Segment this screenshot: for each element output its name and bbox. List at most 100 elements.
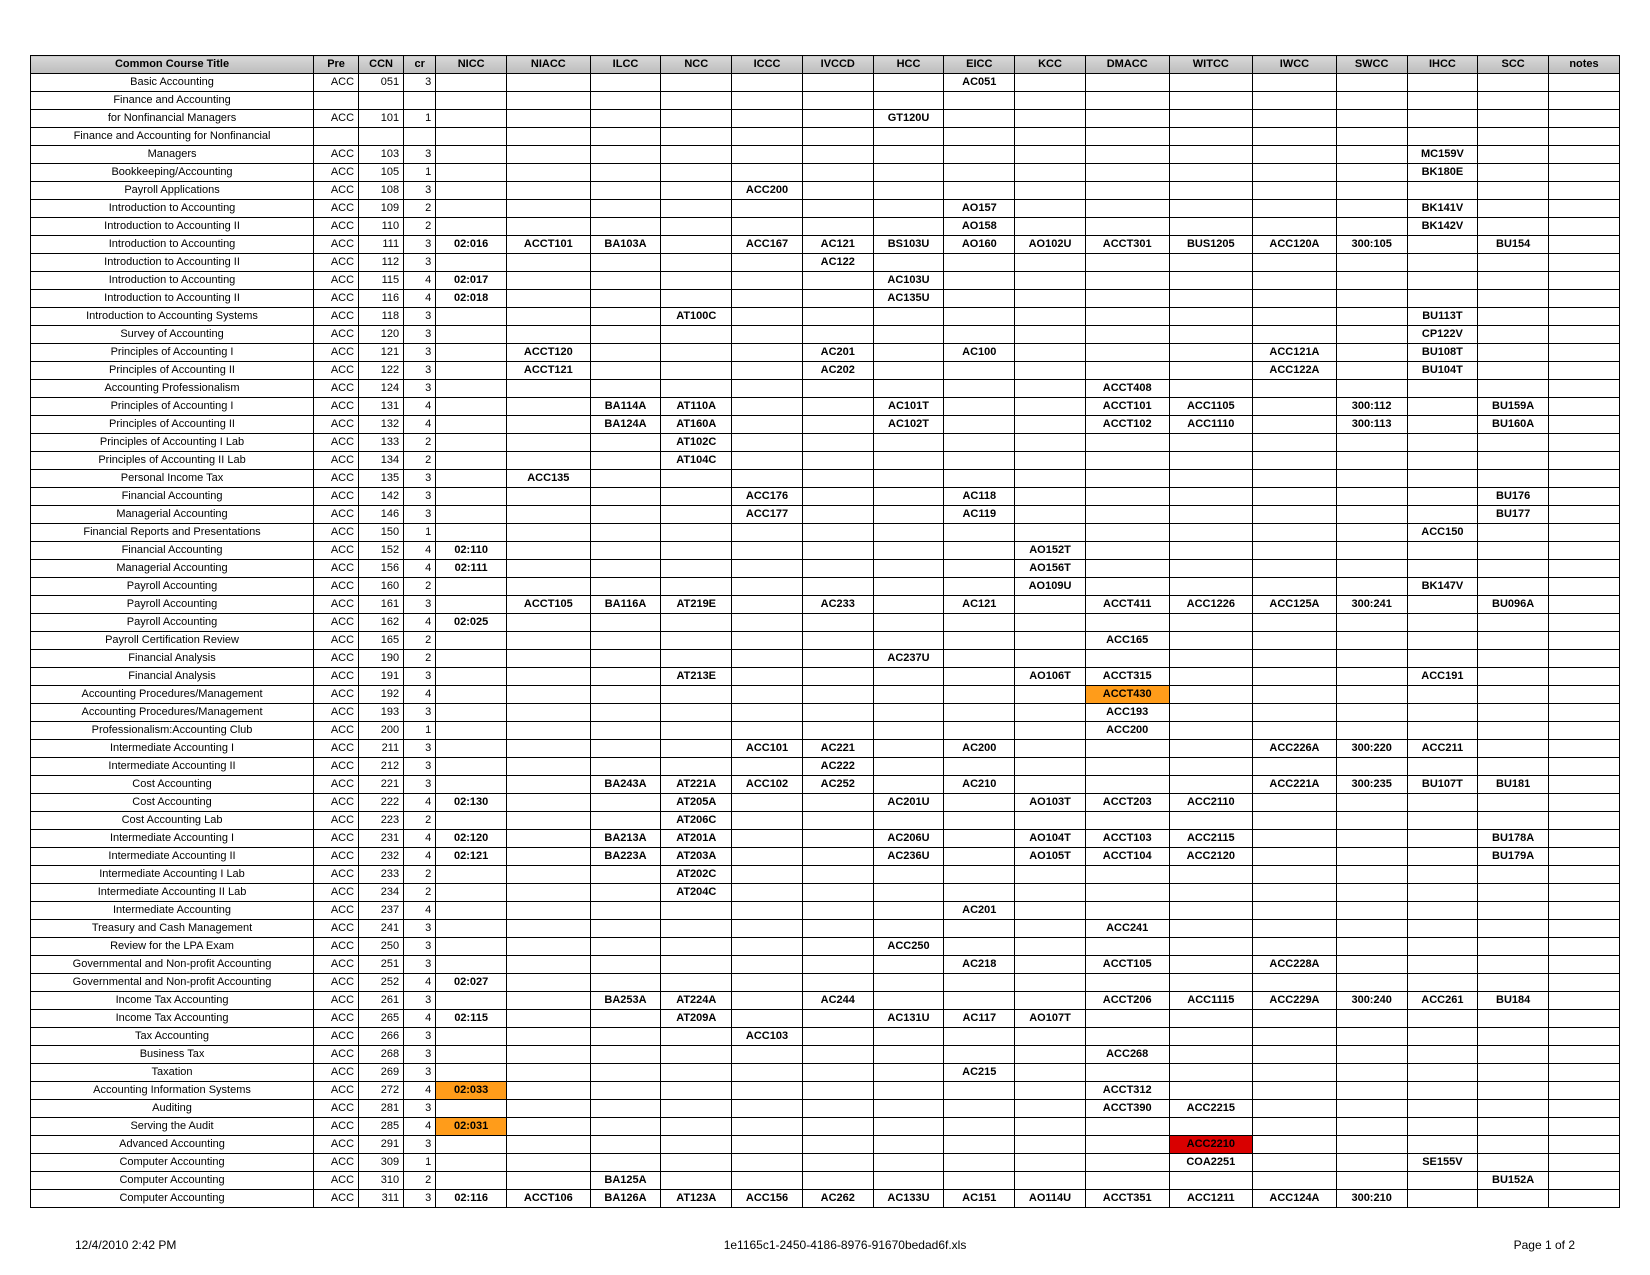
code-cell: [873, 200, 944, 218]
code-cell: [732, 1064, 803, 1082]
ccn-cell: 223: [359, 812, 404, 830]
code-cell: ACCT206: [1085, 992, 1169, 1010]
cr-cell: 4: [404, 1082, 436, 1100]
code-cell: [661, 758, 732, 776]
code-cell: [732, 416, 803, 434]
code-cell: ACCT106: [507, 1190, 591, 1208]
code-cell: [1549, 866, 1620, 884]
code-cell: [507, 794, 591, 812]
code-cell: [590, 146, 661, 164]
code-cell: ACCT408: [1085, 380, 1169, 398]
table-row: Payroll AccountingACC1602AO109UBK147V: [31, 578, 1620, 596]
code-cell: [1407, 1100, 1478, 1118]
code-cell: [1336, 956, 1407, 974]
table-row: Computer AccountingACC3102BA125ABU152A: [31, 1172, 1620, 1190]
code-cell: [873, 164, 944, 182]
course-title-cell: Intermediate Accounting II: [31, 848, 314, 866]
col-header: Pre: [314, 56, 359, 74]
code-cell: [802, 380, 873, 398]
code-cell: [436, 128, 507, 146]
ccn-cell: 266: [359, 1028, 404, 1046]
code-cell: [944, 92, 1015, 110]
code-cell: AO105T: [1015, 848, 1086, 866]
course-title-cell: Principles of Accounting II Lab: [31, 452, 314, 470]
code-cell: [1015, 902, 1086, 920]
ccn-cell: 241: [359, 920, 404, 938]
code-cell: [1549, 200, 1620, 218]
table-row: Intermediate Accounting IIACC2123AC222: [31, 758, 1620, 776]
code-cell: [1169, 740, 1253, 758]
code-cell: [661, 578, 732, 596]
code-cell: [1085, 200, 1169, 218]
table-row: Computer AccountingACC3091COA2251SE155V: [31, 1154, 1620, 1172]
code-cell: AC100: [944, 344, 1015, 362]
pre-cell: ACC: [314, 434, 359, 452]
code-cell: AT102C: [661, 434, 732, 452]
cr-cell: 2: [404, 812, 436, 830]
code-cell: [944, 254, 1015, 272]
table-row: Professionalism:Accounting ClubACC2001AC…: [31, 722, 1620, 740]
pre-cell: ACC: [314, 398, 359, 416]
code-cell: BU179A: [1478, 848, 1549, 866]
code-cell: AO109U: [1015, 578, 1086, 596]
course-title-cell: Serving the Audit: [31, 1118, 314, 1136]
code-cell: BA103A: [590, 236, 661, 254]
code-cell: [1336, 164, 1407, 182]
code-cell: AT201A: [661, 830, 732, 848]
code-cell: [1253, 182, 1337, 200]
code-cell: [590, 470, 661, 488]
code-cell: [507, 740, 591, 758]
code-cell: [1549, 524, 1620, 542]
code-cell: [1549, 848, 1620, 866]
code-cell: BA124A: [590, 416, 661, 434]
code-cell: [507, 452, 591, 470]
code-cell: [1169, 722, 1253, 740]
code-cell: [661, 236, 732, 254]
ccn-cell: 101: [359, 110, 404, 128]
code-cell: [1478, 452, 1549, 470]
code-cell: [436, 668, 507, 686]
cr-cell: 3: [404, 326, 436, 344]
code-cell: [873, 632, 944, 650]
table-row: Advanced AccountingACC2913ACC2210: [31, 1136, 1620, 1154]
code-cell: [1169, 1010, 1253, 1028]
code-cell: [944, 182, 1015, 200]
code-cell: [732, 920, 803, 938]
code-cell: [802, 686, 873, 704]
code-cell: [732, 722, 803, 740]
code-cell: [507, 812, 591, 830]
code-cell: [1549, 992, 1620, 1010]
code-cell: [1253, 488, 1337, 506]
code-cell: [1253, 470, 1337, 488]
code-cell: [1253, 884, 1337, 902]
cr-cell: 4: [404, 272, 436, 290]
code-cell: [873, 884, 944, 902]
code-cell: [507, 1046, 591, 1064]
code-cell: [507, 650, 591, 668]
code-cell: [873, 776, 944, 794]
code-cell: [802, 956, 873, 974]
ccn-cell: 109: [359, 200, 404, 218]
ccn-cell: 192: [359, 686, 404, 704]
code-cell: [1015, 1172, 1086, 1190]
course-title-cell: Introduction to Accounting: [31, 236, 314, 254]
ccn-cell: 269: [359, 1064, 404, 1082]
code-cell: [1169, 200, 1253, 218]
code-cell: [1253, 1046, 1337, 1064]
code-cell: [1336, 614, 1407, 632]
code-cell: [1407, 1190, 1478, 1208]
code-cell: [1336, 542, 1407, 560]
code-cell: [1169, 920, 1253, 938]
code-cell: [1336, 848, 1407, 866]
code-cell: AT110A: [661, 398, 732, 416]
code-cell: [1336, 722, 1407, 740]
cr-cell: 3: [404, 1064, 436, 1082]
code-cell: [1478, 1154, 1549, 1172]
code-cell: [1169, 326, 1253, 344]
code-cell: [1478, 128, 1549, 146]
code-cell: ACC177: [732, 506, 803, 524]
code-cell: [661, 74, 732, 92]
code-cell: [1253, 164, 1337, 182]
code-cell: [1015, 380, 1086, 398]
code-cell: [507, 542, 591, 560]
